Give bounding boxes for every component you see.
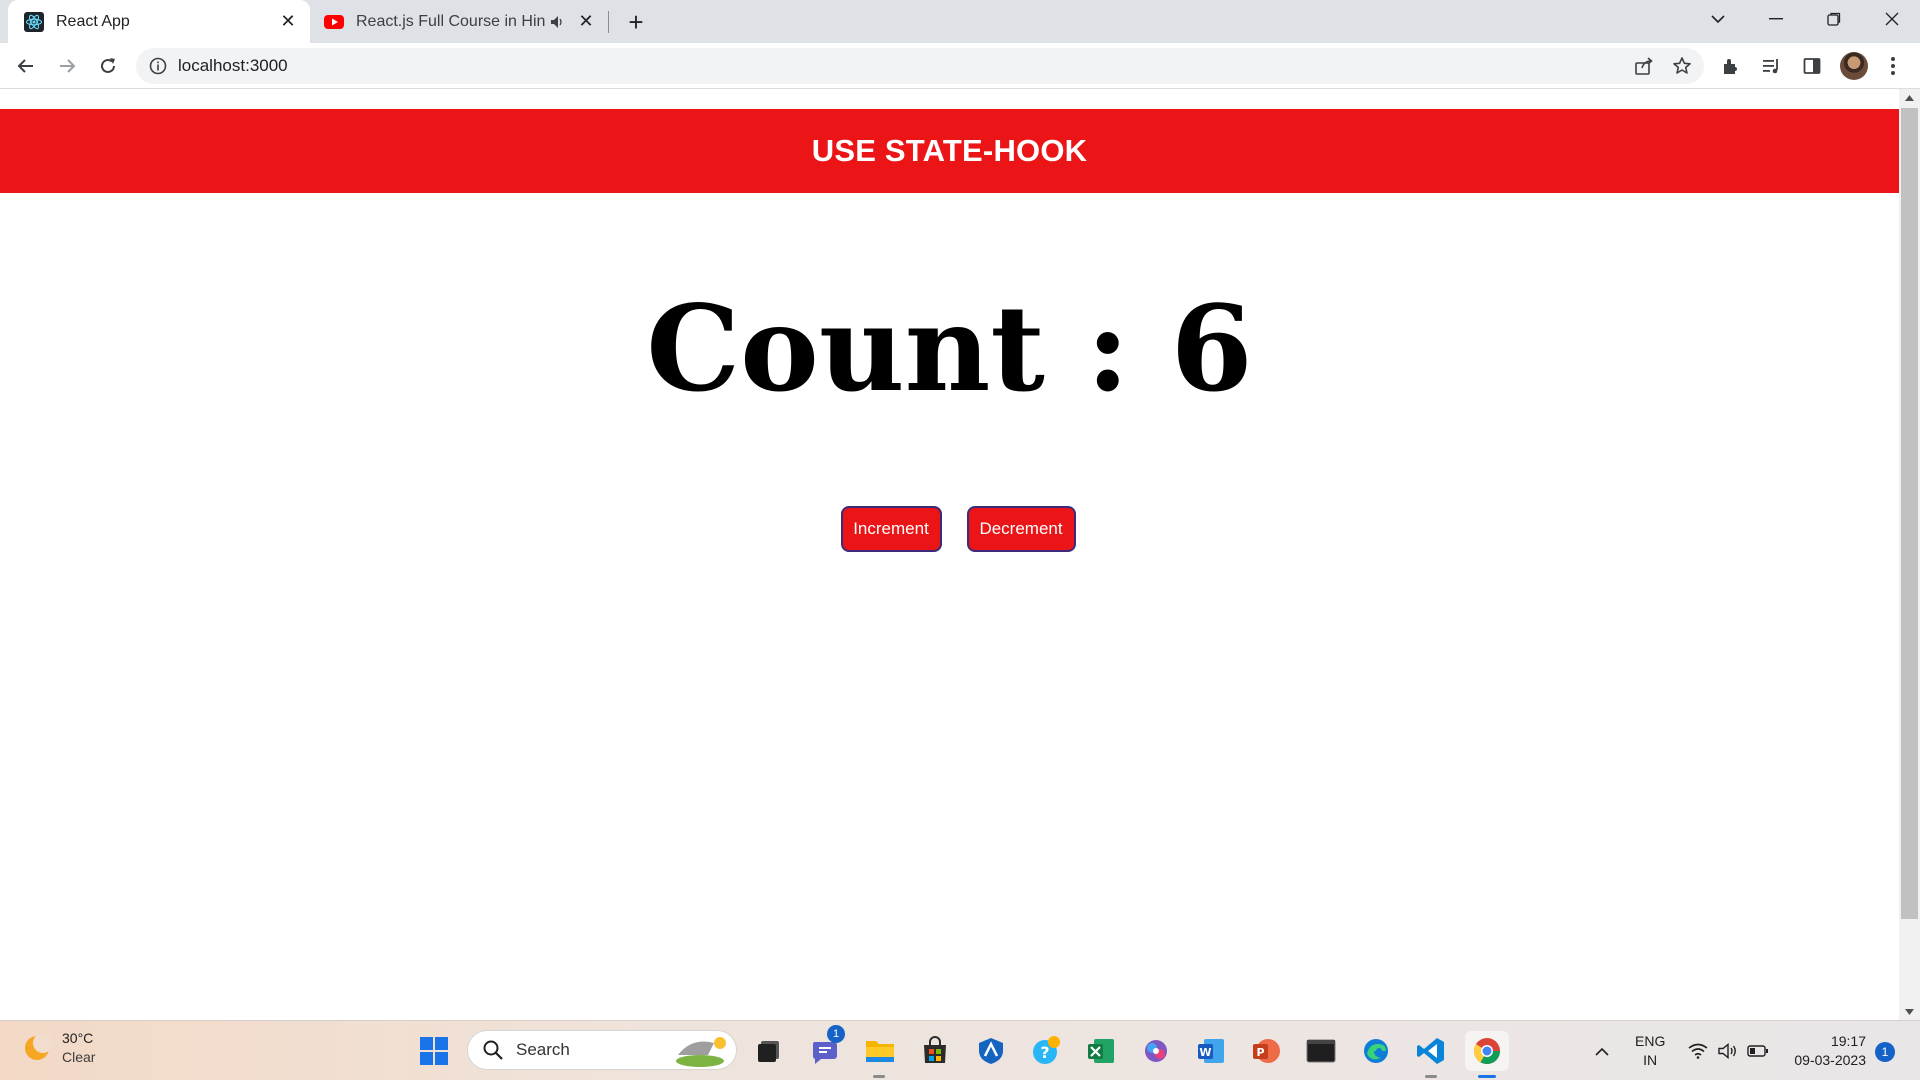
reload-icon[interactable]: [92, 50, 124, 82]
terminal-icon[interactable]: [1301, 1031, 1341, 1071]
battery-icon[interactable]: [1738, 1031, 1778, 1071]
vertical-scrollbar[interactable]: [1899, 89, 1920, 1020]
clock-time: 19:17: [1830, 1033, 1866, 1049]
menu-kebab-icon[interactable]: [1877, 50, 1909, 82]
teams-chat-icon[interactable]: 1: [805, 1025, 845, 1071]
share-icon[interactable]: [1628, 50, 1660, 82]
word-icon[interactable]: W: [1191, 1031, 1231, 1071]
increment-button[interactable]: Increment: [840, 506, 942, 552]
vscode-running-indicator: [1425, 1075, 1437, 1078]
bookmark-star-icon[interactable]: [1666, 50, 1698, 82]
svg-text:W: W: [1199, 1046, 1211, 1059]
show-hidden-icons-chevron[interactable]: [1582, 1031, 1622, 1071]
button-row: Increment Decrement: [0, 506, 1899, 552]
start-windows-icon[interactable]: [414, 1031, 454, 1071]
tab-react-app[interactable]: React App ✕: [8, 0, 310, 43]
page-viewport: USE STATE-HOOK Count : 6 Increment Decre…: [0, 89, 1899, 1020]
tab-search-icon[interactable]: [1690, 0, 1746, 38]
react-icon: [24, 11, 44, 32]
address-bar[interactable]: localhost:3000: [136, 48, 1704, 84]
task-view-icon[interactable]: [749, 1031, 789, 1071]
scrollbar-thumb[interactable]: [1901, 108, 1918, 919]
weather-widget[interactable]: 30°C Clear: [22, 1029, 95, 1067]
page-title: USE STATE-HOOK: [811, 133, 1088, 168]
get-help-icon[interactable]: ?: [1026, 1031, 1066, 1071]
media-control-icon[interactable]: [1755, 50, 1787, 82]
system-clock[interactable]: 19:17 09-03-2023: [1786, 1032, 1866, 1070]
clock-date: 09-03-2023: [1794, 1052, 1866, 1068]
back-arrow-icon[interactable]: [10, 50, 42, 82]
url-text: localhost:3000: [178, 56, 288, 75]
notification-badge[interactable]: 1: [1875, 1042, 1895, 1062]
powerpoint-icon[interactable]: P: [1246, 1031, 1286, 1071]
file-explorer-icon[interactable]: [860, 1031, 900, 1071]
moon-icon: [25, 1033, 52, 1060]
language-code: ENG: [1635, 1033, 1666, 1049]
search-placeholder: Search: [516, 1040, 570, 1059]
taskbar: 30°C Clear Search 1 ? W P ENG IN 19:17 0…: [0, 1020, 1920, 1080]
copilot-icon[interactable]: [1136, 1031, 1176, 1071]
vscode-icon[interactable]: [1411, 1031, 1451, 1071]
svg-text:P: P: [1256, 1046, 1264, 1059]
speaker-icon[interactable]: [546, 11, 568, 33]
tab-title: React App: [56, 12, 130, 30]
edge-icon[interactable]: [1356, 1031, 1396, 1071]
excel-icon[interactable]: [1081, 1031, 1121, 1071]
chrome-icon[interactable]: [1465, 1031, 1509, 1071]
language-region: IN: [1643, 1052, 1658, 1068]
weather-condition: Clear: [62, 1049, 96, 1065]
tab-divider: [608, 11, 609, 33]
tab-title: React.js Full Course in Hindi: [356, 12, 546, 30]
side-panel-icon[interactable]: [1796, 50, 1828, 82]
site-info-icon[interactable]: [148, 56, 168, 76]
tab-strip: React App ✕ React.js Full Course in Hind…: [0, 0, 1920, 43]
extensions-icon[interactable]: [1715, 50, 1747, 82]
restore-button[interactable]: [1806, 0, 1862, 38]
language-indicator[interactable]: ENG IN: [1635, 1032, 1665, 1070]
close-window-button[interactable]: [1864, 0, 1920, 38]
scroll-down-icon[interactable]: [1899, 1003, 1920, 1020]
vpn-shield-icon[interactable]: [971, 1031, 1011, 1071]
header-banner: USE STATE-HOOK: [0, 109, 1899, 193]
close-tab-icon[interactable]: ✕: [276, 10, 300, 34]
profile-avatar[interactable]: [1840, 52, 1868, 80]
taskbar-search[interactable]: Search: [467, 1030, 737, 1070]
forward-arrow-icon[interactable]: [51, 50, 83, 82]
close-tab-icon[interactable]: ✕: [574, 10, 598, 34]
store-icon[interactable]: [915, 1031, 955, 1071]
new-tab-button[interactable]: +: [622, 7, 650, 37]
svg-text:?: ?: [1040, 1043, 1049, 1062]
teams-badge: 1: [827, 1025, 845, 1043]
scroll-up-icon[interactable]: [1899, 89, 1920, 106]
count-display: Count : 6: [646, 279, 1253, 418]
search-icon: [483, 1040, 503, 1060]
search-highlight-image: [676, 1037, 726, 1067]
minimize-button[interactable]: [1748, 0, 1804, 38]
chrome-active-indicator: [1478, 1075, 1496, 1078]
youtube-icon: [324, 14, 344, 29]
decrement-button[interactable]: Decrement: [966, 506, 1076, 552]
weather-temp: 30°C: [62, 1030, 94, 1046]
explorer-running-indicator: [873, 1075, 885, 1078]
browser-toolbar: localhost:3000: [0, 43, 1920, 89]
tab-youtube[interactable]: React.js Full Course in Hindi ✕: [318, 0, 608, 43]
